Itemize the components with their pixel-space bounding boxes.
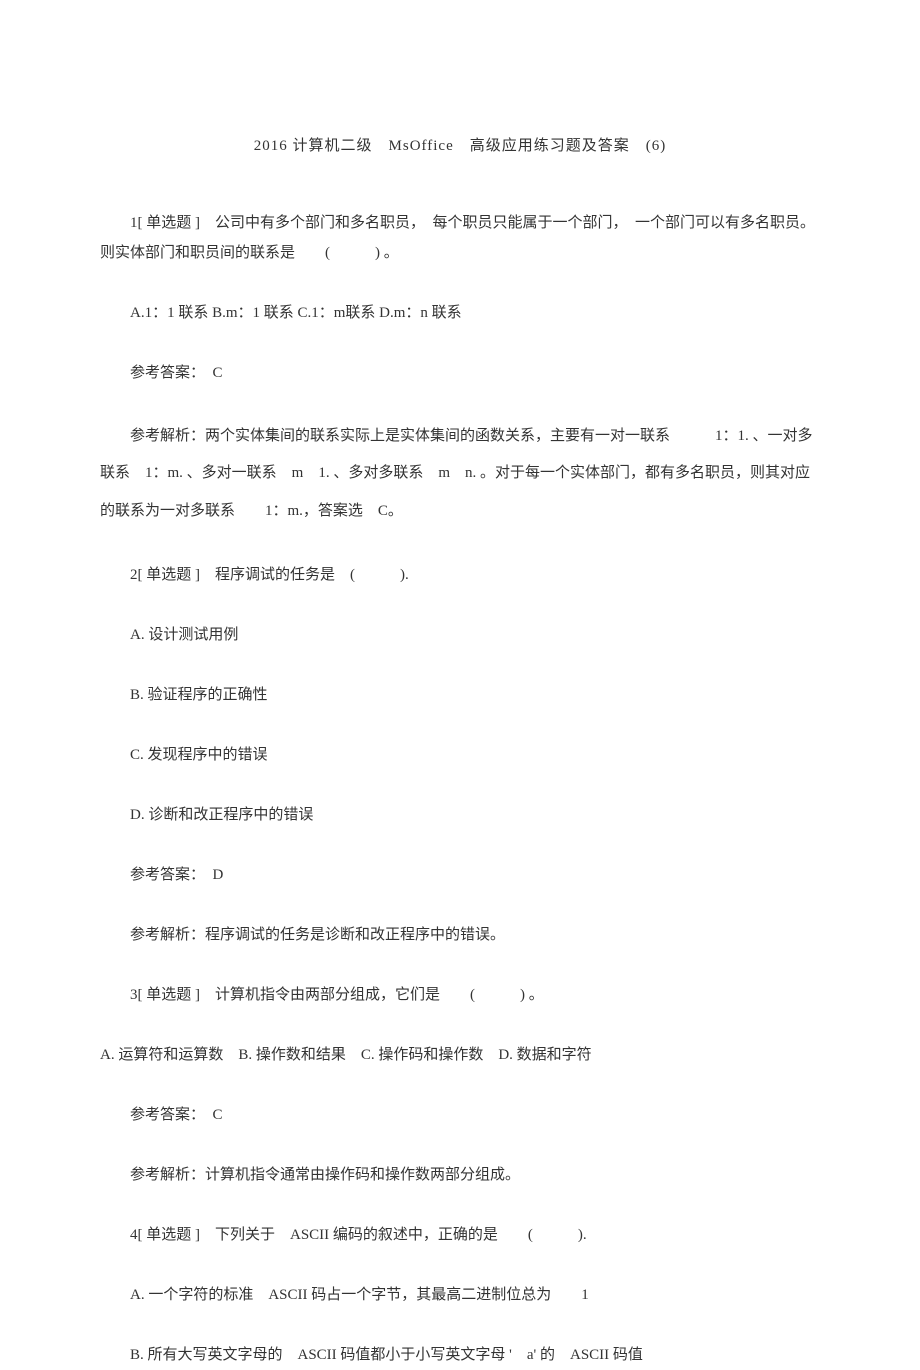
q1-answer: 参考答案： C	[100, 358, 820, 388]
q3-options: A. 运算符和运算数 B. 操作数和结果 C. 操作码和操作数 D. 数据和字符	[100, 1040, 820, 1070]
q4-option-b: B. 所有大写英文字母的 ASCII 码值都小于小写英文字母 ' a' 的 AS…	[100, 1340, 820, 1370]
q2-stem: 2[ 单选题 ] 程序调试的任务是 ( ).	[100, 560, 820, 590]
q3-analysis: 参考解析：计算机指令通常由操作码和操作数两部分组成。	[100, 1160, 820, 1190]
q4-option-a: A. 一个字符的标准 ASCII 码占一个字节，其最高二进制位总为 1	[100, 1280, 820, 1310]
q2-option-b: B. 验证程序的正确性	[100, 680, 820, 710]
q1-analysis: 参考解析：两个实体集间的联系实际上是实体集间的函数关系，主要有一对一联系 1：1…	[100, 418, 820, 531]
q1-options: A.1：1 联系 B.m：1 联系 C.1：m联系 D.m：n 联系	[100, 298, 820, 328]
q2-analysis: 参考解析：程序调试的任务是诊断和改正程序中的错误。	[100, 920, 820, 950]
q3-answer: 参考答案： C	[100, 1100, 820, 1130]
q2-option-c: C. 发现程序中的错误	[100, 740, 820, 770]
document-title: 2016 计算机二级 MsOffice 高级应用练习题及答案 (6)	[100, 135, 820, 158]
q2-option-a: A. 设计测试用例	[100, 620, 820, 650]
q1-stem: 1[ 单选题 ] 公司中有多个部门和多名职员， 每个职员只能属于一个部门， 一个…	[100, 208, 820, 268]
q4-stem: 4[ 单选题 ] 下列关于 ASCII 编码的叙述中，正确的是 ( ).	[100, 1220, 820, 1250]
q3-stem: 3[ 单选题 ] 计算机指令由两部分组成，它们是 ( ) 。	[100, 980, 820, 1010]
q2-option-d: D. 诊断和改正程序中的错误	[100, 800, 820, 830]
q2-answer: 参考答案： D	[100, 860, 820, 890]
